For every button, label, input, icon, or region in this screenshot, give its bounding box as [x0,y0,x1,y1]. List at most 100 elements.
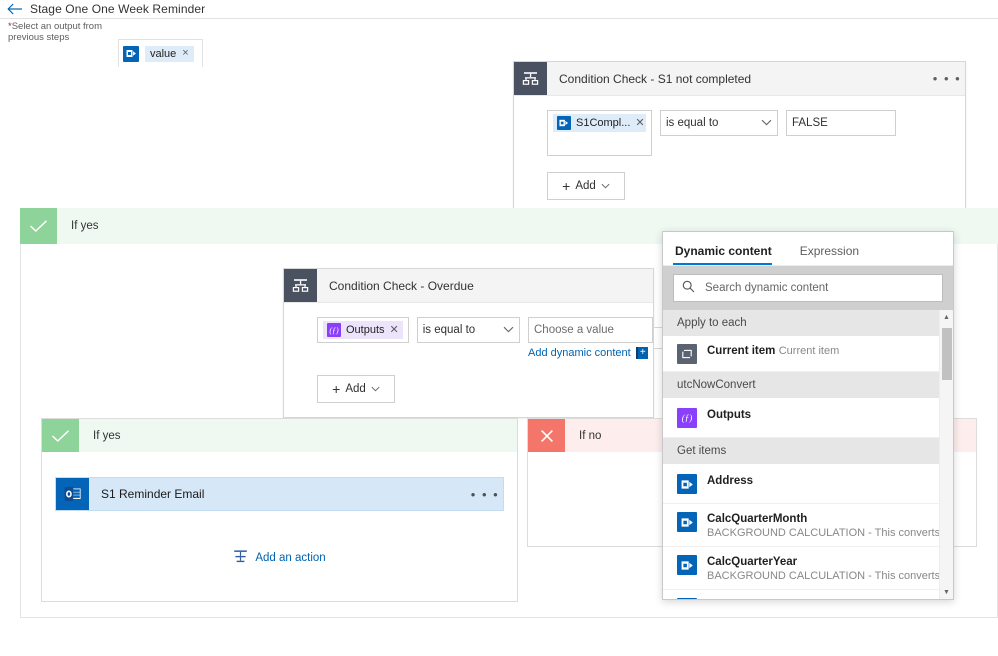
list-item[interactable]: CalcQuarterYear BACKGROUND CALCULATION -… [663,547,953,590]
add-dynamic-content-icon: + [635,347,648,359]
expression-icon: (ƒ) [677,408,697,428]
chevron-down-icon [503,325,514,336]
card-title: Condition Check - Overdue [329,278,474,293]
back-button[interactable] [0,0,30,19]
dynamic-content-list[interactable]: Apply to each Current item Current item … [663,310,953,599]
close-icon [528,419,565,452]
operator-label: is equal to [666,117,719,129]
condition-card-overdue[interactable]: Condition Check - Overdue (ƒ) Outputs ✕ … [283,268,654,418]
condition-icon [514,62,547,95]
branch-header: If yes [42,419,517,452]
sharepoint-icon [557,116,571,130]
scrollbar-thumb[interactable] [942,328,952,380]
remove-token-icon[interactable]: × [182,48,188,59]
selected-output-tab[interactable]: value × [118,39,203,67]
outlook-icon [56,478,89,510]
card-header: Condition Check - Overdue [284,269,653,303]
condition-row: S1Compl... ✕ is equal to FALSE [514,110,965,156]
list-item[interactable]: Current item Current item [663,336,953,372]
group-header-apply-to-each: Apply to each [663,310,953,336]
branch-label: If yes [79,419,517,452]
condition-card-s1-not-completed[interactable]: Condition Check - S1 not completed • • •… [513,61,966,215]
add-dynamic-content-link[interactable]: Add dynamic content + [528,347,653,359]
condition-left-operand[interactable]: (ƒ) Outputs ✕ [317,317,409,343]
list-item-text: Comments associated with the content app… [707,597,939,599]
top-bar: Stage One One Week Reminder [0,0,998,19]
operator-label: is equal to [422,324,476,336]
scroll-down-icon[interactable]: ▼ [940,585,953,599]
card-title: Condition Check - S1 not completed [559,71,752,86]
list-item-text: CalcQuarterMonth BACKGROUND CALCULATION … [707,511,953,539]
list-item-name: Outputs [707,409,752,421]
add-condition-button[interactable]: + Add [317,375,395,403]
checkmark-icon [20,208,57,244]
action-card-title: S1 Reminder Email [101,487,205,501]
list-item[interactable]: (ƒ) Outputs [663,398,953,438]
list-item-text: Address [707,473,939,487]
add-button-label: Add [575,180,596,192]
action-card-s1-reminder-email[interactable]: S1 Reminder Email • • • [55,477,504,511]
token-label: Outputs [346,324,385,336]
search-box[interactable] [673,274,943,302]
card-body: S1Compl... ✕ is equal to FALSE + Add [514,96,965,214]
flyout-scrollbar[interactable]: ▲ ▼ [939,310,953,599]
condition-operator-select[interactable]: is equal to [660,110,778,136]
remove-token-icon[interactable]: ✕ [390,324,399,336]
list-item-description: BACKGROUND CALCULATION - This converts t… [707,570,953,582]
list-item-text: Outputs [707,407,939,421]
add-condition-button[interactable]: + Add [547,172,625,200]
flow-designer-canvas: Stage One One Week Reminder *Select an o… [0,0,998,656]
branch-body: S1 Reminder Email • • • Add an action [42,452,517,567]
checkmark-icon [42,419,79,452]
add-button-label: Add [345,383,366,395]
chevron-down-icon [601,181,610,192]
card-menu-button[interactable]: • • • [929,62,965,95]
flyout-search-wrap [663,266,953,310]
current-item-icon [677,344,697,364]
add-an-action-button[interactable]: Add an action [55,549,504,567]
plus-icon: + [332,381,341,397]
page-title: Stage One One Week Reminder [30,2,206,16]
search-icon [682,280,695,296]
list-item-name: CalcQuarterMonth [707,513,808,525]
list-item-name: Current item [707,345,776,357]
list-item-description: Current item [778,345,840,357]
tab-expression[interactable]: Expression [798,244,869,265]
add-dynamic-content-label: Add dynamic content [528,347,631,359]
condition-value-input[interactable]: Choose a value [528,317,653,343]
list-item-description: BACKGROUND CALCULATION - This converts t… [707,527,953,539]
list-item-text: Current item Current item [707,343,939,357]
condition-operator-select[interactable]: is equal to [416,317,520,343]
sharepoint-icon [677,512,697,532]
condition-value-text: FALSE [792,117,828,129]
dynamic-content-flyout: Dynamic content Expression Apply to each [662,231,954,600]
add-an-action-label: Add an action [255,552,326,564]
sharepoint-icon [677,474,697,494]
condition-left-operand[interactable]: S1Compl... ✕ [547,110,652,156]
card-header: Condition Check - S1 not completed • • • [514,62,965,96]
flyout-tabs: Dynamic content Expression [663,232,953,266]
outputs-token: (ƒ) Outputs ✕ [323,321,403,339]
list-item[interactable]: Address [663,464,953,504]
list-item-text: CalcQuarterYear BACKGROUND CALCULATION -… [707,554,953,582]
remove-token-icon[interactable]: ✕ [635,117,644,129]
sharepoint-icon [677,598,697,599]
sharepoint-icon [677,555,697,575]
plus-icon: + [562,178,571,194]
list-item[interactable]: CalcQuarterMonth BACKGROUND CALCULATION … [663,504,953,547]
sharepoint-icon [123,45,139,62]
s1completed-token: S1Compl... ✕ [553,114,646,132]
list-item[interactable]: Comments associated with the content app… [663,590,953,599]
search-input[interactable] [703,281,934,295]
sub-bar: *Select an output from previous steps va… [0,19,998,67]
condition-value-placeholder: Choose a value [534,324,614,336]
action-card-menu-button[interactable]: • • • [467,478,503,510]
tab-dynamic-content[interactable]: Dynamic content [673,244,782,265]
required-output-text: Select an output from previous steps [8,21,103,43]
scroll-up-icon[interactable]: ▲ [940,310,953,324]
condition-icon [284,269,317,302]
chevron-down-icon [761,118,772,129]
condition-value-input[interactable]: FALSE [786,110,896,136]
condition-row: (ƒ) Outputs ✕ is equal to Choose a value [284,317,653,359]
output-token: value × [145,45,194,62]
